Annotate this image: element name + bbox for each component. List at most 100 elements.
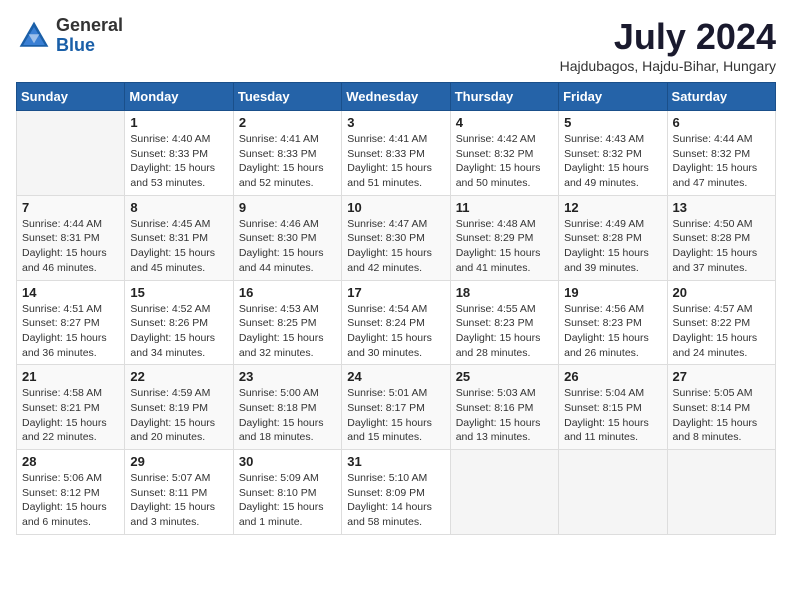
- month-title: July 2024: [560, 16, 776, 58]
- day-info: Sunrise: 5:04 AMSunset: 8:15 PMDaylight:…: [564, 386, 661, 445]
- day-info: Sunrise: 4:40 AMSunset: 8:33 PMDaylight:…: [130, 132, 227, 191]
- logo-general-text: General: [56, 16, 123, 36]
- day-number: 29: [130, 454, 227, 469]
- header-day-monday: Monday: [125, 83, 233, 111]
- calendar-cell: 12 Sunrise: 4:49 AMSunset: 8:28 PMDayligh…: [559, 195, 667, 280]
- calendar-cell: [559, 450, 667, 535]
- logo-icon: [16, 18, 52, 54]
- day-info: Sunrise: 4:46 AMSunset: 8:30 PMDaylight:…: [239, 217, 336, 276]
- day-info: Sunrise: 5:07 AMSunset: 8:11 PMDaylight:…: [130, 471, 227, 530]
- calendar-cell: 30 Sunrise: 5:09 AMSunset: 8:10 PMDayligh…: [233, 450, 341, 535]
- header-day-friday: Friday: [559, 83, 667, 111]
- day-number: 24: [347, 369, 444, 384]
- calendar-cell: 7 Sunrise: 4:44 AMSunset: 8:31 PMDaylight…: [17, 195, 125, 280]
- day-number: 31: [347, 454, 444, 469]
- week-row-3: 14 Sunrise: 4:51 AMSunset: 8:27 PMDayligh…: [17, 280, 776, 365]
- header-day-wednesday: Wednesday: [342, 83, 450, 111]
- calendar-cell: 15Sunrise: 4:52 AMSunset: 8:26 PMDayligh…: [125, 280, 233, 365]
- day-number: 23: [239, 369, 336, 384]
- day-info: Sunrise: 4:59 AMSunset: 8:19 PMDaylight:…: [130, 386, 227, 445]
- day-info: Sunrise: 4:41 AMSunset: 8:33 PMDaylight:…: [239, 132, 336, 191]
- day-info: Sunrise: 4:44 AMSunset: 8:31 PMDaylight:…: [22, 217, 119, 276]
- day-info: Sunrise: 4:58 AMSunset: 8:21 PMDaylight:…: [22, 386, 119, 445]
- calendar-cell: [17, 111, 125, 196]
- logo: General Blue: [16, 16, 123, 56]
- day-number: 19: [564, 285, 661, 300]
- day-number: 27: [673, 369, 770, 384]
- day-number: 5: [564, 115, 661, 130]
- day-number: 26: [564, 369, 661, 384]
- calendar-cell: 17Sunrise: 4:54 AMSunset: 8:24 PMDayligh…: [342, 280, 450, 365]
- day-info: Sunrise: 5:01 AMSunset: 8:17 PMDaylight:…: [347, 386, 444, 445]
- day-info: Sunrise: 4:53 AMSunset: 8:25 PMDaylight:…: [239, 302, 336, 361]
- calendar-cell: 27Sunrise: 5:05 AMSunset: 8:14 PMDayligh…: [667, 365, 775, 450]
- day-number: 6: [673, 115, 770, 130]
- day-info: Sunrise: 4:50 AMSunset: 8:28 PMDaylight:…: [673, 217, 770, 276]
- day-number: 11: [456, 200, 553, 215]
- header-day-sunday: Sunday: [17, 83, 125, 111]
- calendar-cell: 22Sunrise: 4:59 AMSunset: 8:19 PMDayligh…: [125, 365, 233, 450]
- day-number: 16: [239, 285, 336, 300]
- week-row-1: 1Sunrise: 4:40 AMSunset: 8:33 PMDaylight…: [17, 111, 776, 196]
- calendar-cell: 10Sunrise: 4:47 AMSunset: 8:30 PMDayligh…: [342, 195, 450, 280]
- day-info: Sunrise: 4:56 AMSunset: 8:23 PMDaylight:…: [564, 302, 661, 361]
- day-info: Sunrise: 4:48 AMSunset: 8:29 PMDaylight:…: [456, 217, 553, 276]
- day-info: Sunrise: 5:06 AMSunset: 8:12 PMDaylight:…: [22, 471, 119, 530]
- header-day-saturday: Saturday: [667, 83, 775, 111]
- day-number: 14: [22, 285, 119, 300]
- calendar-cell: 25 Sunrise: 5:03 AMSunset: 8:16 PMDayligh…: [450, 365, 558, 450]
- calendar-cell: 14 Sunrise: 4:51 AMSunset: 8:27 PMDayligh…: [17, 280, 125, 365]
- day-number: 4: [456, 115, 553, 130]
- title-block: July 2024 Hajdubagos, Hajdu-Bihar, Hunga…: [560, 16, 776, 74]
- calendar-cell: 11 Sunrise: 4:48 AMSunset: 8:29 PMDayligh…: [450, 195, 558, 280]
- day-info: Sunrise: 4:42 AMSunset: 8:32 PMDaylight:…: [456, 132, 553, 191]
- calendar-header: SundayMondayTuesdayWednesdayThursdayFrid…: [17, 83, 776, 111]
- calendar-cell: 6Sunrise: 4:44 AMSunset: 8:32 PMDaylight…: [667, 111, 775, 196]
- day-number: 10: [347, 200, 444, 215]
- day-number: 25: [456, 369, 553, 384]
- calendar-cell: 4 Sunrise: 4:42 AMSunset: 8:32 PMDaylight…: [450, 111, 558, 196]
- calendar-cell: 5Sunrise: 4:43 AMSunset: 8:32 PMDaylight…: [559, 111, 667, 196]
- calendar-cell: 18 Sunrise: 4:55 AMSunset: 8:23 PMDayligh…: [450, 280, 558, 365]
- day-info: Sunrise: 4:45 AMSunset: 8:31 PMDaylight:…: [130, 217, 227, 276]
- day-info: Sunrise: 4:49 AMSunset: 8:28 PMDaylight:…: [564, 217, 661, 276]
- day-number: 3: [347, 115, 444, 130]
- day-info: Sunrise: 5:10 AMSunset: 8:09 PMDaylight:…: [347, 471, 444, 530]
- week-row-2: 7 Sunrise: 4:44 AMSunset: 8:31 PMDaylight…: [17, 195, 776, 280]
- day-info: Sunrise: 4:51 AMSunset: 8:27 PMDaylight:…: [22, 302, 119, 361]
- day-number: 18: [456, 285, 553, 300]
- day-number: 28: [22, 454, 119, 469]
- day-info: Sunrise: 4:41 AMSunset: 8:33 PMDaylight:…: [347, 132, 444, 191]
- day-number: 8: [130, 200, 227, 215]
- week-row-4: 21 Sunrise: 4:58 AMSunset: 8:21 PMDayligh…: [17, 365, 776, 450]
- week-row-5: 28 Sunrise: 5:06 AMSunset: 8:12 PMDayligh…: [17, 450, 776, 535]
- day-info: Sunrise: 5:09 AMSunset: 8:10 PMDaylight:…: [239, 471, 336, 530]
- calendar-cell: 13 Sunrise: 4:50 AMSunset: 8:28 PMDayligh…: [667, 195, 775, 280]
- day-number: 30: [239, 454, 336, 469]
- day-info: Sunrise: 4:55 AMSunset: 8:23 PMDaylight:…: [456, 302, 553, 361]
- day-number: 21: [22, 369, 119, 384]
- calendar-cell: 23 Sunrise: 5:00 AMSunset: 8:18 PMDayligh…: [233, 365, 341, 450]
- header-day-thursday: Thursday: [450, 83, 558, 111]
- day-number: 12: [564, 200, 661, 215]
- day-number: 17: [347, 285, 444, 300]
- day-number: 15: [130, 285, 227, 300]
- page-header: General Blue July 2024 Hajdubagos, Hajdu…: [16, 16, 776, 74]
- calendar-cell: 19 Sunrise: 4:56 AMSunset: 8:23 PMDayligh…: [559, 280, 667, 365]
- calendar-table: SundayMondayTuesdayWednesdayThursdayFrid…: [16, 82, 776, 535]
- day-info: Sunrise: 5:00 AMSunset: 8:18 PMDaylight:…: [239, 386, 336, 445]
- day-info: Sunrise: 4:57 AMSunset: 8:22 PMDaylight:…: [673, 302, 770, 361]
- location-text: Hajdubagos, Hajdu-Bihar, Hungary: [560, 58, 776, 74]
- calendar-cell: 16 Sunrise: 4:53 AMSunset: 8:25 PMDayligh…: [233, 280, 341, 365]
- calendar-cell: 29 Sunrise: 5:07 AMSunset: 8:11 PMDayligh…: [125, 450, 233, 535]
- day-number: 7: [22, 200, 119, 215]
- day-number: 13: [673, 200, 770, 215]
- day-number: 20: [673, 285, 770, 300]
- calendar-body: 1Sunrise: 4:40 AMSunset: 8:33 PMDaylight…: [17, 111, 776, 535]
- day-info: Sunrise: 5:03 AMSunset: 8:16 PMDaylight:…: [456, 386, 553, 445]
- header-row: SundayMondayTuesdayWednesdayThursdayFrid…: [17, 83, 776, 111]
- day-number: 2: [239, 115, 336, 130]
- day-number: 9: [239, 200, 336, 215]
- calendar-cell: 8 Sunrise: 4:45 AMSunset: 8:31 PMDaylight…: [125, 195, 233, 280]
- calendar-cell: 24 Sunrise: 5:01 AMSunset: 8:17 PMDayligh…: [342, 365, 450, 450]
